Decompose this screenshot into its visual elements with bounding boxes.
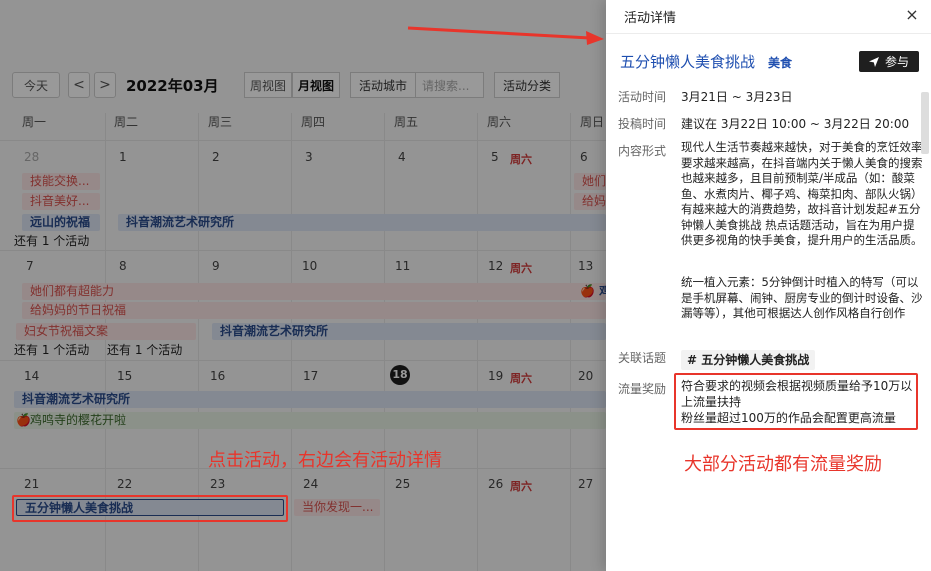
annotation-arrow <box>407 26 604 45</box>
annotation-arrow-head <box>586 31 604 45</box>
annotation-arrow-line <box>407 26 591 40</box>
